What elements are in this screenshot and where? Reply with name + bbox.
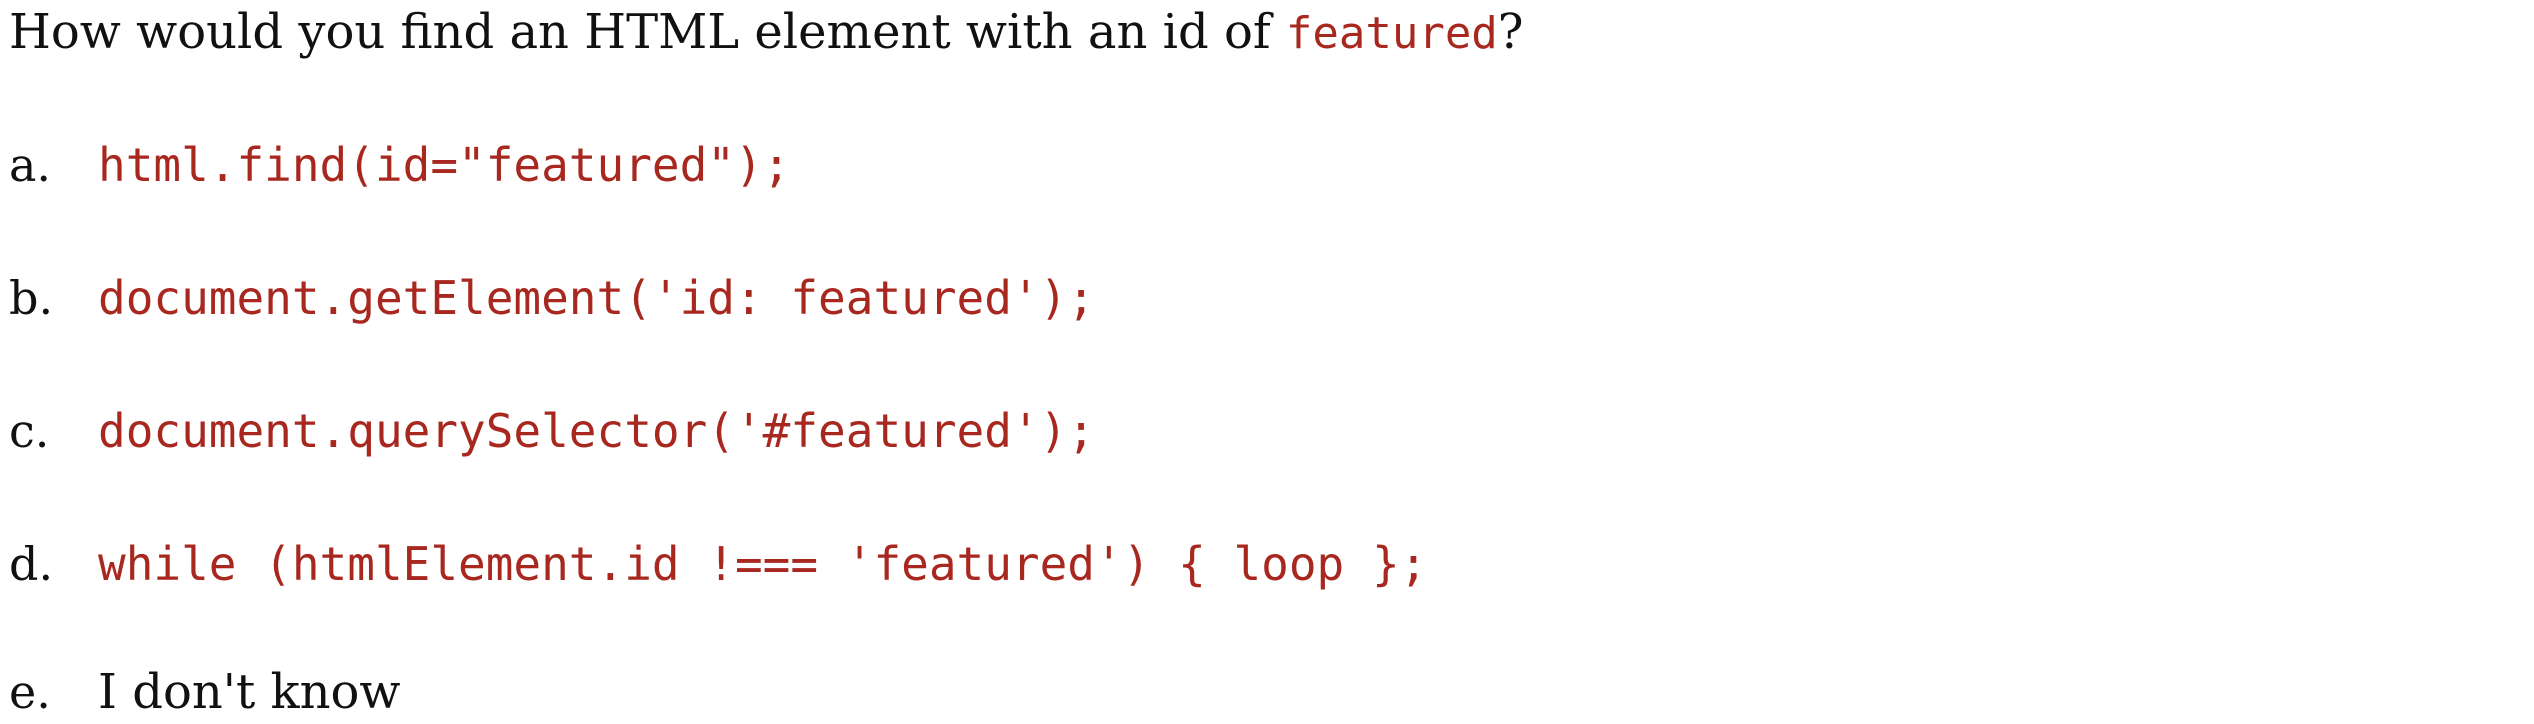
option-text: while (htmlElement.id !=== 'featured') {… <box>98 537 1428 591</box>
option-letter: e. <box>9 665 51 719</box>
option-letter: d. <box>9 537 54 591</box>
option-text: document.getElement('id: featured'); <box>98 271 1095 325</box>
option-text: I don't know <box>98 664 401 720</box>
option-letter: b. <box>9 271 54 325</box>
answer-options: a. html.find(id="featured"); b. document… <box>0 0 2534 724</box>
option-text: document.querySelector('#featured'); <box>98 404 1095 458</box>
option-text: html.find(id="featured"); <box>98 138 791 192</box>
quiz-page: How would you find an HTML element with … <box>0 0 2534 724</box>
option-letter: c. <box>9 404 50 458</box>
option-letter: a. <box>9 138 52 192</box>
